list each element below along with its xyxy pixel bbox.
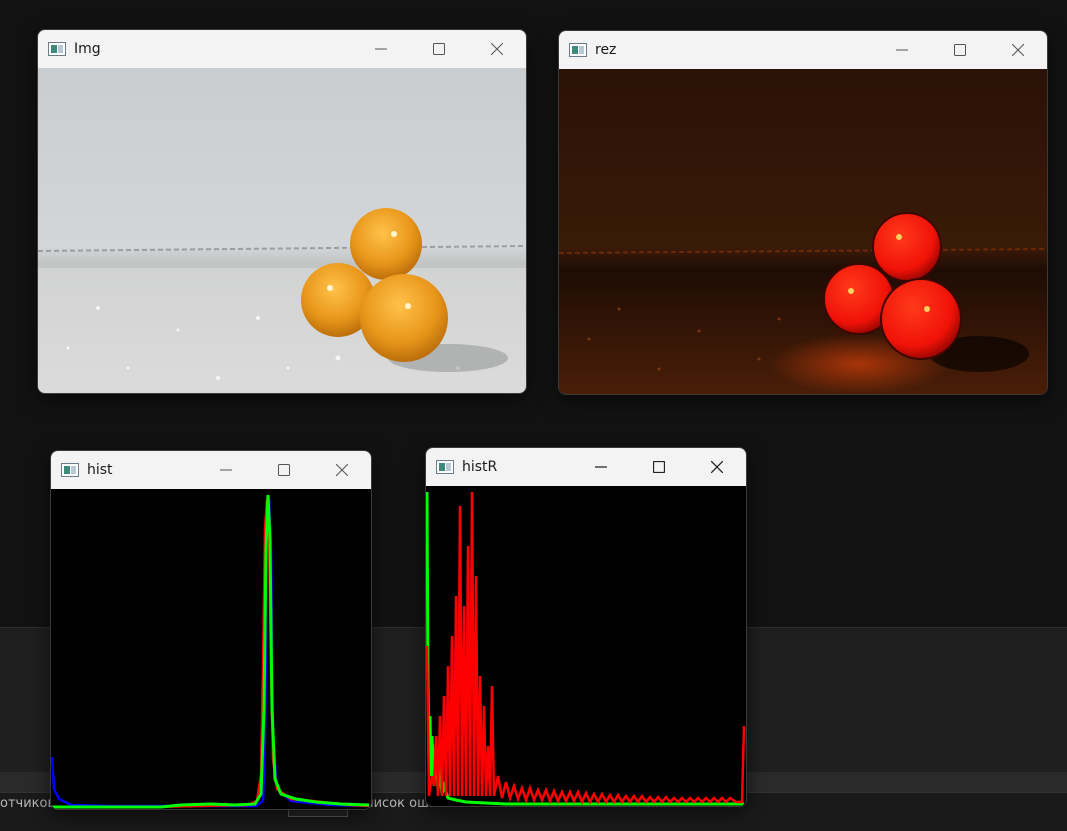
window-img[interactable]: Img [38,30,526,393]
close-icon [711,461,723,473]
red-histogram-plot [426,486,746,806]
maximize-icon [278,464,290,476]
titlebar[interactable]: Img [38,30,526,68]
close-icon [1012,44,1024,56]
opencv-window-icon [48,42,66,56]
maximize-button[interactable] [931,31,989,69]
close-icon [491,43,503,55]
maximize-icon [954,44,966,56]
opencv-window-icon [61,463,79,477]
close-button[interactable] [313,451,371,489]
window-rez[interactable]: rez [559,31,1047,394]
window-title: rez [595,42,617,58]
window-hist[interactable]: hist [51,451,371,809]
image-display [38,68,526,393]
maximize-icon [653,461,665,473]
close-button[interactable] [468,30,526,68]
minimize-button[interactable] [197,451,255,489]
opencv-window-icon [436,460,454,474]
titlebar[interactable]: rez [559,31,1047,69]
maximize-icon [433,43,445,55]
rgb-histogram-plot [51,489,371,809]
maximize-button[interactable] [255,451,313,489]
minimize-icon [896,49,908,51]
minimize-icon [595,466,607,468]
maximize-button[interactable] [630,448,688,486]
close-button[interactable] [989,31,1047,69]
berries-photo [38,68,526,393]
window-title: histR [462,459,498,475]
window-histR[interactable]: histR [426,448,746,806]
ide-tab-output[interactable]: отчиков [0,796,55,811]
processed-photo [559,69,1047,394]
window-title: hist [87,462,113,478]
minimize-button[interactable] [873,31,931,69]
minimize-button[interactable] [352,30,410,68]
image-display [559,69,1047,394]
maximize-button[interactable] [410,30,468,68]
close-icon [336,464,348,476]
opencv-window-icon [569,43,587,57]
titlebar[interactable]: histR [426,448,746,486]
minimize-icon [220,469,232,471]
desktop: отчиков Список ошибок Img rez hist histR [0,0,1067,831]
close-button[interactable] [688,448,746,486]
minimize-button[interactable] [572,448,630,486]
histogram-canvas [426,486,746,806]
histogram-canvas [51,489,371,809]
titlebar[interactable]: hist [51,451,371,489]
minimize-icon [375,48,387,50]
window-title: Img [74,41,101,57]
